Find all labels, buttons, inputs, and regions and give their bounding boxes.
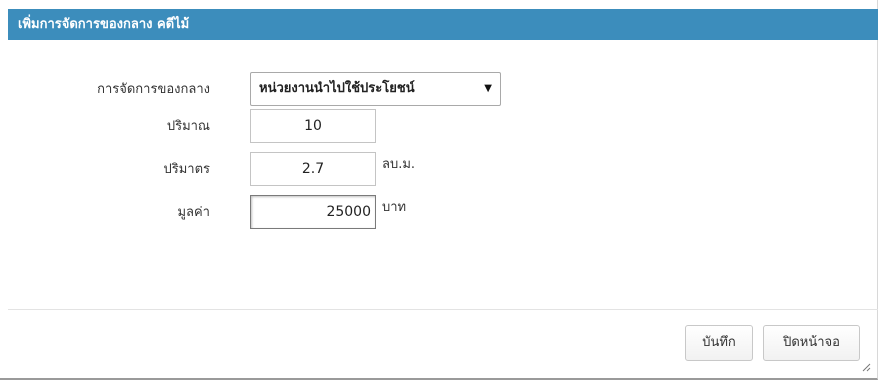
volume-label: ปริมาตร [163, 162, 210, 177]
value-input[interactable]: 25000 [250, 195, 376, 229]
management-row: การจัดการของกลาง หน่วยงานนำไปใช้ประโยชน์… [0, 72, 870, 108]
management-select-value: หน่วยงานนำไปใช้ประโยชน์ [259, 81, 415, 96]
save-button[interactable]: บันทึก [685, 325, 753, 361]
management-label: การจัดการของกลาง [97, 82, 210, 97]
value-row: มูลค่า 25000 บาท [0, 195, 870, 231]
quantity-label: ปริมาณ [166, 119, 210, 134]
volume-unit: ลบ.ม. [382, 157, 416, 172]
quantity-input[interactable]: 10 [250, 109, 376, 143]
resize-handle-icon[interactable] [861, 362, 871, 372]
volume-input[interactable]: 2.7 [250, 152, 376, 186]
management-select[interactable]: หน่วยงานนำไปใช้ประโยชน์ ▼ [250, 72, 501, 106]
chevron-down-icon: ▼ [484, 83, 492, 94]
dialog-title: เพิ่มการจัดการของกลาง คดีไม้ [8, 9, 878, 40]
close-button[interactable]: ปิดหน้าจอ [763, 325, 860, 361]
volume-row: ปริมาตร 2.7 ลบ.ม. [0, 152, 870, 188]
dialog: เพิ่มการจัดการของกลาง คดีไม้ การจัดการขอ… [0, 0, 878, 380]
quantity-row: ปริมาณ 10 [0, 109, 870, 145]
value-label: มูลค่า [177, 205, 210, 220]
value-unit: บาท [382, 200, 407, 215]
footer-divider [8, 309, 878, 310]
